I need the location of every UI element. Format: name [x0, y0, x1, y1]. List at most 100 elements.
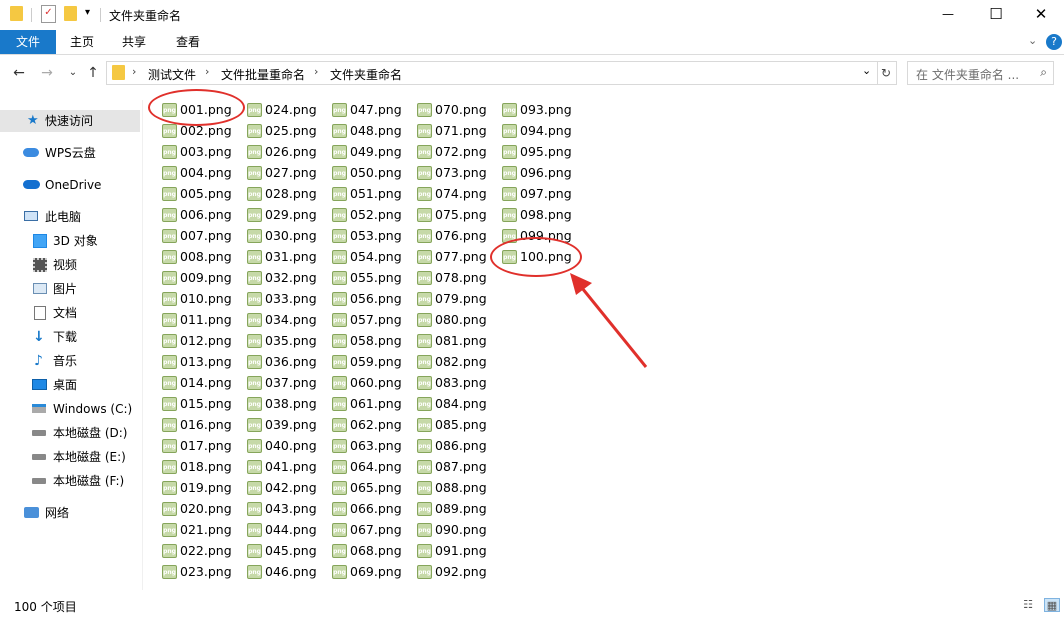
file-item[interactable]: png 074.png — [417, 184, 497, 204]
file-item[interactable]: png 056.png — [332, 289, 412, 309]
breadcrumb-batch-rename[interactable]: 文件批量重命名 — [221, 66, 305, 83]
file-item[interactable]: png 088.png — [417, 478, 497, 498]
file-item[interactable]: png 037.png — [247, 373, 327, 393]
file-item[interactable]: png 060.png — [332, 373, 412, 393]
file-item[interactable]: png 076.png — [417, 226, 497, 246]
file-item[interactable]: png 030.png — [247, 226, 327, 246]
file-item[interactable]: png 023.png — [162, 562, 242, 582]
file-item[interactable]: png 010.png — [162, 289, 242, 309]
sidebar-item-this-pc[interactable]: 此电脑 — [0, 206, 140, 228]
refresh-button[interactable]: ↻ — [876, 61, 897, 85]
sidebar-item-drive-e[interactable]: 本地磁盘 (E:) — [0, 446, 140, 468]
file-item[interactable]: png 047.png — [332, 100, 412, 120]
file-item[interactable]: png 048.png — [332, 121, 412, 141]
file-item[interactable]: png 015.png — [162, 394, 242, 414]
file-item[interactable]: png 095.png — [502, 142, 582, 162]
file-item[interactable]: png 062.png — [332, 415, 412, 435]
new-folder-icon[interactable] — [64, 6, 77, 21]
file-item[interactable]: png 054.png — [332, 247, 412, 267]
file-item[interactable]: png 021.png — [162, 520, 242, 540]
properties-icon[interactable]: ✓ — [41, 5, 56, 23]
file-item[interactable]: png 084.png — [417, 394, 497, 414]
file-item[interactable]: png 005.png — [162, 184, 242, 204]
file-item[interactable]: png 087.png — [417, 457, 497, 477]
sidebar-item-drive-c[interactable]: Windows (C:) — [0, 398, 140, 420]
file-item[interactable]: png 085.png — [417, 415, 497, 435]
file-item[interactable]: png 013.png — [162, 352, 242, 372]
file-item[interactable]: png 053.png — [332, 226, 412, 246]
file-item[interactable]: png 033.png — [247, 289, 327, 309]
sidebar-item-network[interactable]: 网络 — [0, 502, 140, 524]
breadcrumb-test-files[interactable]: 测试文件 — [148, 66, 196, 83]
file-item[interactable]: png 069.png — [332, 562, 412, 582]
file-item[interactable]: png 025.png — [247, 121, 327, 141]
file-item[interactable]: png 045.png — [247, 541, 327, 561]
tab-file[interactable]: 文件 — [0, 30, 56, 54]
sidebar-item-3d-objects[interactable]: 3D 对象 — [0, 230, 140, 252]
minimize-button[interactable]: — — [925, 0, 971, 30]
sidebar-item-videos[interactable]: 视频 — [0, 254, 140, 276]
breadcrumb-separator[interactable]: › — [205, 65, 209, 78]
file-item[interactable]: png 073.png — [417, 163, 497, 183]
file-item[interactable]: png 044.png — [247, 520, 327, 540]
tab-view[interactable]: 查看 — [162, 30, 214, 54]
file-item[interactable]: png 068.png — [332, 541, 412, 561]
back-arrow-icon[interactable]: ← — [10, 64, 28, 82]
file-item[interactable]: png 028.png — [247, 184, 327, 204]
sidebar-item-quick-access[interactable]: ★ 快速访问 — [0, 110, 140, 132]
file-item[interactable]: png 067.png — [332, 520, 412, 540]
file-item[interactable]: png 012.png — [162, 331, 242, 351]
file-item[interactable]: png 079.png — [417, 289, 497, 309]
file-item[interactable]: png 055.png — [332, 268, 412, 288]
sidebar-item-documents[interactable]: 文档 — [0, 302, 140, 324]
file-item[interactable]: png 003.png — [162, 142, 242, 162]
file-item[interactable]: png 096.png — [502, 163, 582, 183]
file-item[interactable]: png 066.png — [332, 499, 412, 519]
details-view-icon[interactable]: ☷ — [1020, 598, 1036, 612]
forward-arrow-icon[interactable]: → — [38, 64, 56, 82]
file-item[interactable]: png 019.png — [162, 478, 242, 498]
file-item[interactable]: png 046.png — [247, 562, 327, 582]
file-item[interactable]: png 039.png — [247, 415, 327, 435]
sidebar-item-drive-f[interactable]: 本地磁盘 (F:) — [0, 470, 140, 492]
file-item[interactable]: png 009.png — [162, 268, 242, 288]
close-button[interactable]: ✕ — [1018, 0, 1064, 30]
file-item[interactable]: png 091.png — [417, 541, 497, 561]
file-item[interactable]: png 092.png — [417, 562, 497, 582]
file-item[interactable]: png 018.png — [162, 457, 242, 477]
quick-access-dropdown-icon[interactable]: ▾ — [85, 7, 90, 18]
breadcrumb-folder-rename[interactable]: 文件夹重命名 — [330, 66, 402, 83]
file-item[interactable]: png 034.png — [247, 310, 327, 330]
file-item[interactable]: png 051.png — [332, 184, 412, 204]
sidebar-item-pictures[interactable]: 图片 — [0, 278, 140, 300]
file-item[interactable]: png 040.png — [247, 436, 327, 456]
file-item[interactable]: png 008.png — [162, 247, 242, 267]
search-icon[interactable]: ⌕ — [1040, 65, 1047, 80]
help-icon[interactable]: ? — [1046, 34, 1062, 50]
sidebar-item-wps-cloud[interactable]: WPS云盘 — [0, 142, 140, 164]
file-item[interactable]: png 041.png — [247, 457, 327, 477]
maximize-button[interactable]: ☐ — [973, 0, 1019, 30]
file-item[interactable]: png 075.png — [417, 205, 497, 225]
file-item[interactable]: png 065.png — [332, 478, 412, 498]
file-item[interactable]: png 090.png — [417, 520, 497, 540]
file-item[interactable]: png 086.png — [417, 436, 497, 456]
file-item[interactable]: png 094.png — [502, 121, 582, 141]
file-item[interactable]: png 017.png — [162, 436, 242, 456]
file-item[interactable]: png 024.png — [247, 100, 327, 120]
file-item[interactable]: png 064.png — [332, 457, 412, 477]
file-item[interactable]: png 043.png — [247, 499, 327, 519]
file-item[interactable]: png 057.png — [332, 310, 412, 330]
file-item[interactable]: png 027.png — [247, 163, 327, 183]
file-item[interactable]: png 050.png — [332, 163, 412, 183]
file-item[interactable]: png 070.png — [417, 100, 497, 120]
file-item[interactable]: png 016.png — [162, 415, 242, 435]
file-item[interactable]: png 061.png — [332, 394, 412, 414]
file-item[interactable]: png 011.png — [162, 310, 242, 330]
file-item[interactable]: png 026.png — [247, 142, 327, 162]
address-dropdown-icon[interactable]: ⌄ — [862, 64, 871, 77]
up-arrow-icon[interactable]: ↑ — [84, 64, 102, 82]
file-item[interactable]: png 036.png — [247, 352, 327, 372]
sidebar-item-drive-d[interactable]: 本地磁盘 (D:) — [0, 422, 140, 444]
file-item[interactable]: png 083.png — [417, 373, 497, 393]
